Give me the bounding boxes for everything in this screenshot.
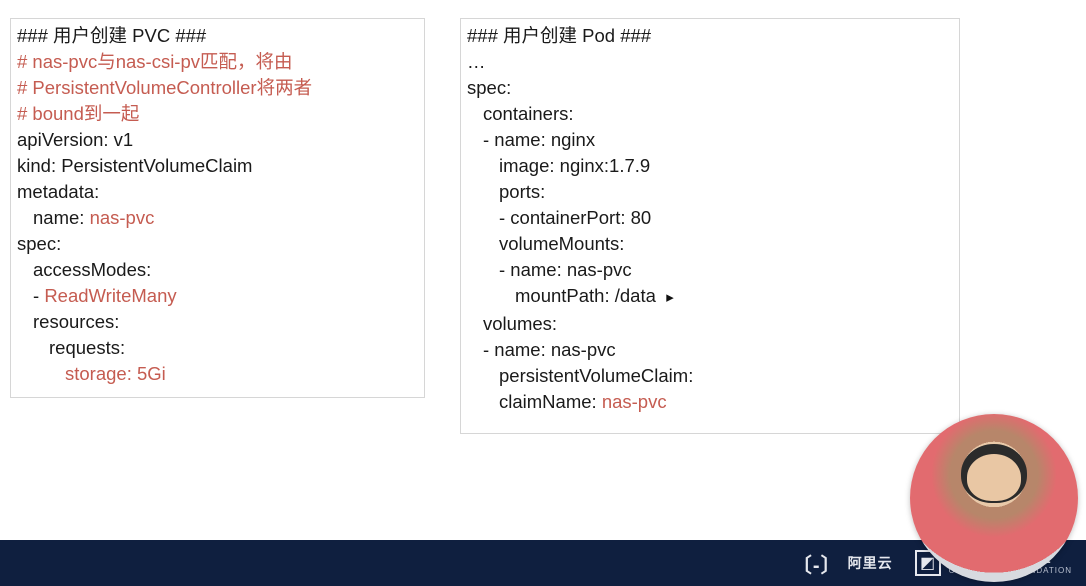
card-title: ### 用户创建 Pod ### [467, 23, 953, 49]
yaml-line: - name: nas-pvc [467, 337, 953, 363]
yaml-key: name: [33, 207, 90, 228]
yaml-line: claimName: nas-pvc [467, 389, 953, 415]
comment-line: # PersistentVolumeController将两者 [17, 75, 418, 101]
yaml-value: nas-pvc [602, 391, 667, 412]
yaml-dash: - [33, 285, 44, 306]
yaml-line: - name: nginx [467, 127, 953, 153]
comment-line: # bound到一起 [17, 101, 418, 127]
brand-text: 阿里云 [848, 553, 893, 573]
mouse-cursor-icon: ▸ [666, 289, 674, 306]
yaml-line: requests: [17, 335, 418, 361]
yaml-line: mountPath: /data ▸ [467, 283, 953, 311]
comment-line: # nas-pvc与nas-csi-pv匹配，将由 [17, 49, 418, 75]
yaml-key: claimName: [499, 391, 602, 412]
yaml-line: kind: PersistentVolumeClaim [17, 153, 418, 179]
footer-bar: 〔-〕 阿里云 ◩ CLOUD NATIVE COMPUTING FOUNDAT… [0, 540, 1086, 586]
yaml-line: name: nas-pvc [17, 205, 418, 231]
yaml-line: accessModes: [17, 257, 418, 283]
yaml-card-pvc: ### 用户创建 PVC ### # nas-pvc与nas-csi-pv匹配，… [10, 18, 425, 398]
yaml-line: volumeMounts: [467, 231, 953, 257]
yaml-line: - name: nas-pvc [467, 257, 953, 283]
presenter-video [910, 414, 1078, 582]
card-title: ### 用户创建 PVC ### [17, 23, 418, 49]
yaml-line: persistentVolumeClaim: [467, 363, 953, 389]
yaml-line: … [467, 49, 953, 75]
yaml-card-pod: ### 用户创建 Pod ### … spec: containers: - n… [460, 18, 960, 434]
yaml-line: - containerPort: 80 [467, 205, 953, 231]
aliyun-logo-icon: 〔-〕 [792, 549, 842, 578]
brand-aliyun: 〔-〕 阿里云 [792, 549, 893, 578]
yaml-line: spec: [467, 75, 953, 101]
yaml-line: containers: [467, 101, 953, 127]
yaml-value: nas-pvc [90, 207, 155, 228]
yaml-line: image: nginx:1.7.9 [467, 153, 953, 179]
yaml-value: 5Gi [137, 363, 166, 384]
yaml-line: metadata: [17, 179, 418, 205]
yaml-value: ReadWriteMany [44, 285, 176, 306]
yaml-line: spec: [17, 231, 418, 257]
yaml-line: volumes: [467, 311, 953, 337]
yaml-line: ports: [467, 179, 953, 205]
yaml-line: apiVersion: v1 [17, 127, 418, 153]
yaml-text: mountPath: /data [515, 285, 656, 306]
yaml-line: resources: [17, 309, 418, 335]
yaml-key: storage: [65, 363, 137, 384]
yaml-line: storage: 5Gi [17, 361, 418, 387]
yaml-line: - ReadWriteMany [17, 283, 418, 309]
